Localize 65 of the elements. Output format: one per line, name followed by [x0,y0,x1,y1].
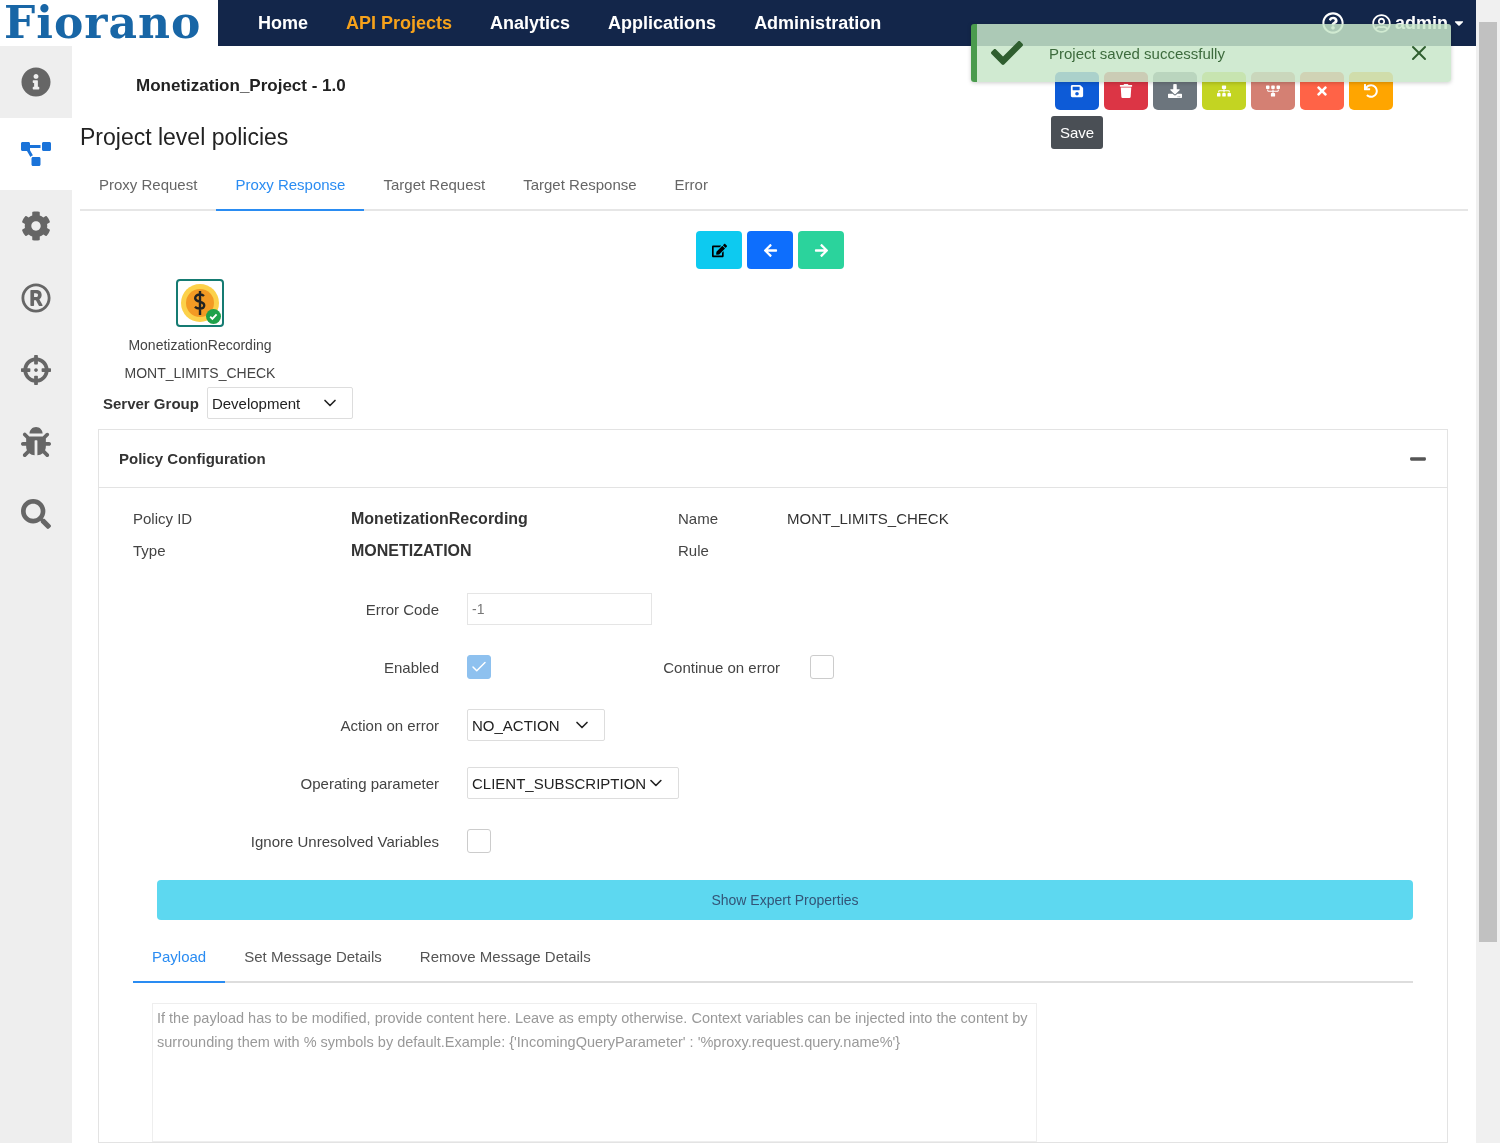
tab[interactable]: Set Message Details [225,932,401,983]
nav-link[interactable]: Analytics [471,0,590,46]
arrow-right-icon [813,242,829,258]
flow-icon [1266,84,1280,98]
toast-message: Project saved successfully [1049,44,1226,62]
hierarchy-icon [1217,84,1231,98]
field-label: Ignore Unresolved Variables [249,832,439,850]
error-code-field[interactable]: -1 [467,593,652,625]
back-button[interactable] [747,231,793,269]
policy-node[interactable] [176,279,224,327]
undo-icon [1364,84,1378,98]
info-value: MONETIZATION [351,542,473,560]
nav-link[interactable]: Administration [735,0,901,46]
tab[interactable]: Proxy Response [216,166,365,211]
registered-icon [21,283,51,313]
project-title: Monetization_Project - 1.0 [136,76,346,95]
tab[interactable]: Proxy Request [80,166,217,211]
field-label: Server Group [103,394,199,412]
nav-link[interactable]: Applications [589,0,736,46]
panel-title: Policy Configuration [119,450,266,467]
diagram-icon [21,139,51,169]
scrollbar[interactable] [1476,0,1500,1143]
download-icon [1168,84,1182,98]
parameter-select[interactable]: CLIENT_SUBSCRIPTION [467,767,679,799]
tab[interactable]: Target Request [364,166,505,211]
page-heading: Project level policies [80,124,289,152]
close-icon [1315,84,1329,98]
info-icon [21,67,51,97]
field-label: Enabled [382,658,439,676]
info-label: Type [133,542,167,560]
server-group-select[interactable]: Development [206,387,353,419]
policy-name: MonetizationRecording [128,337,272,353]
info-value: MONT_LIMITS_CHECK [787,510,950,528]
checkbox[interactable] [810,655,834,679]
tab[interactable]: Error [655,166,727,211]
trash-icon [1119,84,1133,98]
nav-link[interactable]: API Projects [327,0,472,46]
checkbox[interactable] [467,829,491,853]
tab[interactable]: Target Response [504,166,656,211]
tooltip: Save [1051,116,1104,149]
arrow-left-icon [762,242,778,258]
check-badge-icon [206,309,221,324]
info-label: Policy ID [133,510,194,528]
nav-link[interactable]: Home [239,0,327,46]
field-label: Action on error [339,716,439,734]
info-label: Rule [678,542,710,560]
gear-icon [21,211,51,241]
expert-properties-button[interactable]: Show Expert Properties [157,880,1413,920]
crosshairs-icon [21,355,51,385]
action-select[interactable]: NO_ACTION [467,709,605,741]
edit-icon [711,242,727,258]
field-label: Error Code [364,600,439,618]
edit-button[interactable] [696,231,742,269]
bug-icon [21,427,51,457]
field-label: Continue on error [662,658,780,676]
payload-field[interactable]: If the payload has to be modified, provide content here. Leave as empty otherwise. Context variables can be injected into the content by surrounding them with % symbols by default.Example: {'IncomingQueryParameter' : '%proxy.request.query.name%'} [152,1003,1037,1142]
search-icon [21,499,51,529]
sidebar-item[interactable] [0,118,72,190]
logo: Fiorano [0,0,218,46]
policy-id: MONT_LIMITS_CHECK [124,365,276,381]
field-label: Operating parameter [299,774,439,792]
info-value: MonetizationRecording [351,510,529,528]
checkbox[interactable] [467,655,491,679]
info-label: Name [678,510,719,528]
tab[interactable]: Remove Message Details [400,932,610,983]
